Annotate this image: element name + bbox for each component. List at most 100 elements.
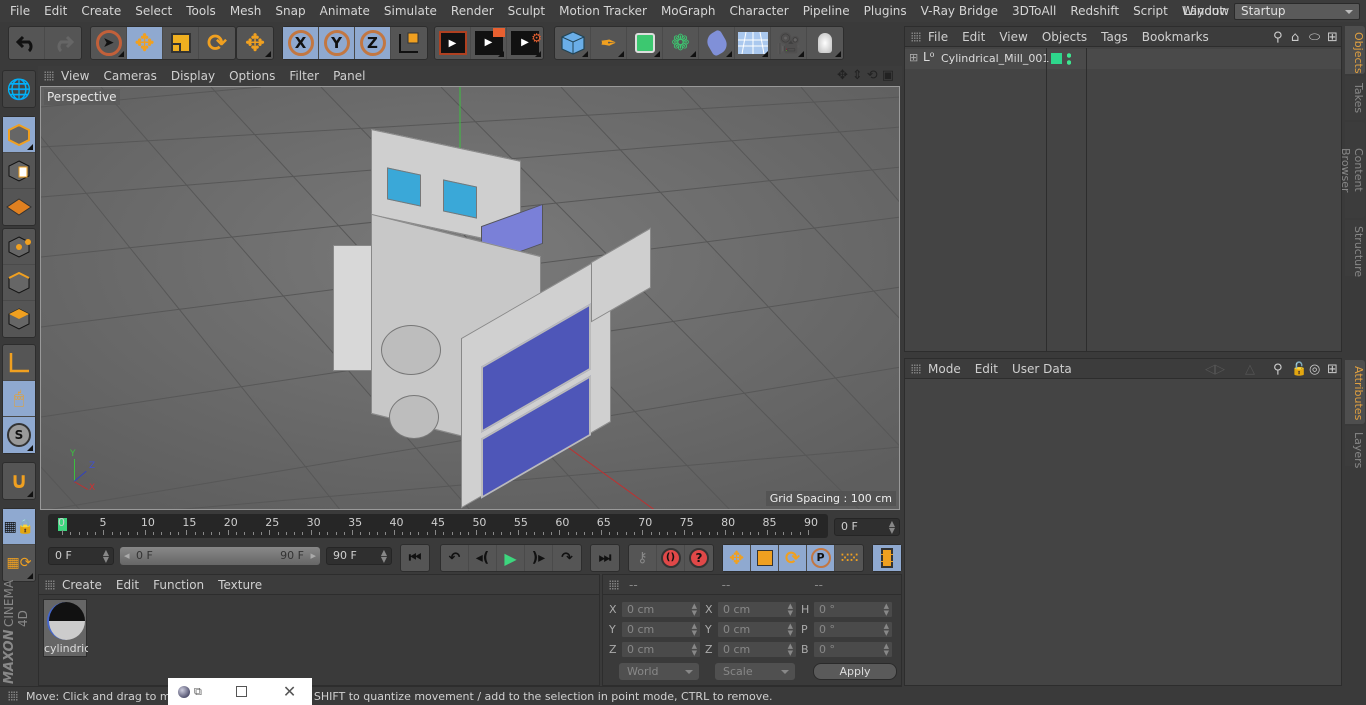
coordinate-mode-dropdown[interactable]: Scale (715, 663, 795, 680)
panel-grip[interactable] (911, 363, 921, 374)
cylindrical-mill-model[interactable] (331, 129, 661, 509)
go-to-start-button[interactable]: ⏮ (401, 545, 429, 571)
subdivision-button[interactable] (627, 27, 663, 59)
edges-mode-button[interactable] (3, 265, 35, 301)
menu-edit[interactable]: Edit (37, 0, 74, 22)
material-swatch[interactable]: cylindric (43, 599, 88, 657)
menu-file[interactable]: File (3, 0, 37, 22)
column-divider[interactable] (1086, 48, 1087, 351)
model-mode-button[interactable] (3, 117, 35, 153)
record-active-button[interactable]: ⚷ (629, 545, 657, 571)
zoom-view-icon[interactable]: ⇕ (852, 68, 863, 83)
render-to-picture-viewer-button[interactable]: ▶ (471, 27, 507, 59)
move-tool-button[interactable]: ✥ (127, 27, 163, 59)
attribute-menu-mode[interactable]: Mode (921, 362, 968, 376)
keyframe-selection-button[interactable]: ? (685, 545, 713, 571)
menu-render[interactable]: Render (444, 0, 501, 22)
object-menu-file[interactable]: File (921, 30, 955, 44)
size-field[interactable]: 0 cm ▲ ▼ (717, 621, 797, 638)
menu-vray-bridge[interactable]: V-Ray Bridge (914, 0, 1005, 22)
position-field[interactable]: 0 cm ▲ ▼ (621, 641, 701, 658)
range-left-arrow[interactable]: ◂ (124, 547, 130, 565)
z-axis-button[interactable]: Z (355, 27, 391, 59)
menu-simulate[interactable]: Simulate (377, 0, 444, 22)
solo-button[interactable]: S (3, 417, 35, 453)
tab-structure[interactable]: Structure (1345, 220, 1365, 277)
undo-button[interactable] (9, 27, 45, 59)
autokey-button[interactable]: () (657, 545, 685, 571)
cube-button[interactable] (555, 27, 591, 59)
expand-icon[interactable]: ⊞ (909, 51, 918, 64)
rotation-field[interactable]: 0 ° ▲ ▼ (813, 641, 893, 658)
texture-mode-button[interactable] (3, 153, 35, 189)
current-frame-field[interactable]: 0 F ▲ ▼ (834, 518, 900, 536)
panel-grip[interactable] (911, 31, 921, 42)
menu-create[interactable]: Create (74, 0, 128, 22)
toggle-view-icon[interactable]: ▣ (882, 68, 894, 83)
menu-sculpt[interactable]: Sculpt (501, 0, 552, 22)
layer-color-swatch[interactable] (1051, 53, 1062, 64)
maximize-icon[interactable] (235, 686, 247, 697)
object-name[interactable]: Cylindrical_Mill_001 (941, 52, 1049, 65)
x-axis-button[interactable]: X (283, 27, 319, 59)
menu-animate[interactable]: Animate (313, 0, 377, 22)
redo-button[interactable] (45, 27, 81, 59)
coordinate-system-button[interactable] (391, 27, 427, 59)
tweak-mode-button[interactable]: 🖱 (3, 381, 35, 417)
y-axis-button[interactable]: Y (319, 27, 355, 59)
light-button[interactable] (807, 27, 843, 59)
spinner-arrows[interactable]: ▲ ▼ (692, 623, 697, 637)
panel-grip[interactable] (45, 579, 55, 590)
scale-tool-button[interactable] (163, 27, 199, 59)
polygons-mode-button[interactable] (3, 301, 35, 337)
camera-button[interactable]: 🎥 (771, 27, 807, 59)
render-view-button[interactable]: ▶ (435, 27, 471, 59)
play-button[interactable]: ▶ (497, 545, 525, 571)
rotation-field[interactable]: 0 ° ▲ ▼ (813, 621, 893, 638)
home-icon[interactable]: ⌂ (1291, 30, 1299, 45)
workplane-mode-button[interactable] (3, 189, 35, 225)
material-menu-texture[interactable]: Texture (211, 578, 269, 592)
menu-character[interactable]: Character (722, 0, 795, 22)
pan-view-icon[interactable]: ✥ (837, 68, 848, 83)
target-icon[interactable]: ◎ (1309, 362, 1320, 377)
key-scale-button[interactable] (751, 545, 779, 571)
panel-grip[interactable] (44, 71, 54, 81)
back-icon[interactable]: ◁▷ (1205, 362, 1225, 377)
spinner-arrows[interactable]: ▲ ▼ (692, 603, 697, 617)
material-menu-function[interactable]: Function (146, 578, 211, 592)
timeline-ruler[interactable]: 0 5 10 15 20 25 30 35 40 45 50 55 60 65 70 75 80 85 90 (48, 514, 828, 538)
visibility-dots[interactable] (1067, 52, 1071, 66)
size-field[interactable]: 0 cm ▲ ▼ (717, 601, 797, 618)
previous-key-button[interactable]: ↶ (441, 545, 469, 571)
menu-motion-tracker[interactable]: Motion Tracker (552, 0, 654, 22)
menu-mograph[interactable]: MoGraph (654, 0, 723, 22)
lock-icon[interactable]: 🔓 (1291, 362, 1307, 377)
menu-snap[interactable]: Snap (268, 0, 312, 22)
key-rotation-button[interactable]: ⟳ (779, 545, 807, 571)
range-right-arrow[interactable]: ▸ (310, 547, 316, 565)
menu-select[interactable]: Select (128, 0, 179, 22)
tab-objects[interactable]: Objects (1345, 26, 1365, 74)
viewport-menu-view[interactable]: View (54, 69, 96, 83)
spinner-arrows[interactable]: ▲ ▼ (692, 643, 697, 657)
lock-workplane-button[interactable]: ▦🔒 (3, 509, 35, 545)
key-position-button[interactable]: ✥ (723, 545, 751, 571)
render-settings-button[interactable]: ▶ ⚙ (507, 27, 543, 59)
pen-button[interactable]: ✒ (591, 27, 627, 59)
next-key-button[interactable]: ↷ (553, 545, 581, 571)
object-menu-view[interactable]: View (992, 30, 1034, 44)
make-editable-button[interactable]: 🌐 (3, 71, 35, 107)
panel-grip[interactable] (609, 579, 619, 590)
key-parameter-button[interactable]: P (807, 545, 835, 571)
attribute-menu-user-data[interactable]: User Data (1005, 362, 1079, 376)
search-icon[interactable]: ⚲ (1273, 30, 1283, 45)
attribute-menu-edit[interactable]: Edit (968, 362, 1005, 376)
menu-redshift[interactable]: Redshift (1063, 0, 1126, 22)
viewport-menu-cameras[interactable]: Cameras (96, 69, 163, 83)
object-menu-objects[interactable]: Objects (1035, 30, 1094, 44)
restore-icon[interactable]: ⧉ (194, 685, 202, 699)
tab-attributes[interactable]: Attributes (1345, 360, 1365, 424)
menu-mesh[interactable]: Mesh (223, 0, 269, 22)
spinner-arrows[interactable]: ▲ ▼ (884, 623, 889, 637)
